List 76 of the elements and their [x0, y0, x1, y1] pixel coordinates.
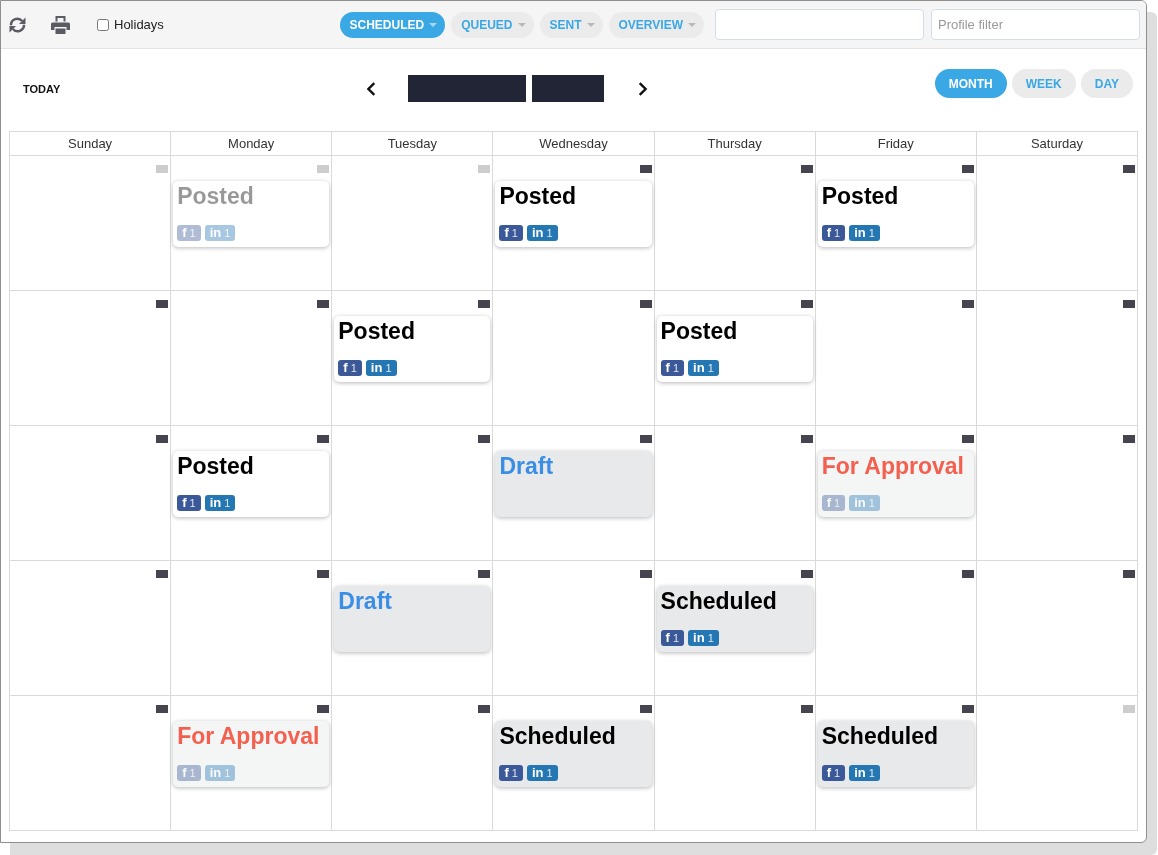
social-count-badge: f 1 [499, 225, 523, 241]
social-count-badge: in 1 [365, 360, 397, 376]
event-title: Scheduled [499, 722, 617, 750]
social-count-badge: in 1 [849, 225, 880, 241]
weekday-header: Wednesday [493, 132, 655, 156]
event-card[interactable]: Posted f 1 in 1 [817, 181, 974, 247]
profile-filter-field[interactable]: Profile filter [931, 9, 1140, 40]
filter-button[interactable]: OVERVIEW [608, 11, 704, 38]
event-title: Posted [821, 182, 900, 210]
social-count-badge: f 1 [499, 765, 523, 781]
event-card[interactable]: Posted f 1 in 1 [495, 181, 652, 247]
today-button[interactable]: TODAY [23, 83, 61, 96]
social-count-badge: f 1 [338, 360, 362, 376]
event-card[interactable]: For Approval f 1 in 1 [817, 451, 974, 517]
event-card[interactable]: Posted f 1 in 1 [656, 316, 813, 382]
holidays-label[interactable]: Holidays [114, 14, 164, 35]
social-count-badge: f 1 [177, 225, 201, 241]
chevron-right-icon[interactable] [638, 81, 648, 96]
weekday-header: Saturday [976, 132, 1138, 156]
event-card[interactable]: Scheduled f 1 in 1 [495, 721, 652, 787]
view-button[interactable]: WEEK [1011, 69, 1076, 98]
social-count-badge: f 1 [177, 765, 201, 781]
social-count-badge: in 1 [204, 495, 236, 511]
social-count-badge: f 1 [821, 225, 846, 241]
event-card[interactable]: Posted f 1 in 1 [173, 451, 330, 517]
event-title: Posted [177, 452, 255, 480]
caret-icon [688, 22, 696, 27]
event-card[interactable]: Posted f 1 in 1 [334, 316, 491, 382]
event-title: Posted [660, 317, 739, 345]
view-button[interactable]: DAY [1080, 69, 1133, 98]
filter-button[interactable]: QUEUED [451, 11, 534, 38]
social-count-badge: in 1 [849, 765, 880, 781]
redacted-block [532, 75, 604, 102]
social-count-badge: in 1 [204, 765, 236, 781]
event-title: Posted [338, 317, 416, 345]
social-count-badge: in 1 [204, 225, 236, 241]
caret-icon [517, 22, 526, 27]
weekday-header: Thursday [654, 132, 816, 156]
event-title: Scheduled [821, 722, 939, 750]
event-card[interactable]: Draft [334, 586, 491, 652]
event-card[interactable]: Scheduled f 1 in 1 [817, 721, 974, 787]
event-title: Draft [338, 587, 393, 615]
event-title: Posted [499, 182, 578, 210]
refresh-icon[interactable] [8, 15, 27, 34]
event-title: Posted [177, 182, 255, 210]
event-title: Draft [499, 452, 555, 480]
social-count-badge: f 1 [660, 630, 685, 646]
printer-icon[interactable] [51, 15, 70, 34]
social-count-badge: in 1 [688, 360, 719, 376]
social-count-badge: in 1 [526, 765, 558, 781]
filter-button[interactable]: SCHEDULED [339, 11, 446, 38]
event-title: For Approval [177, 722, 321, 750]
caret-icon [586, 22, 595, 27]
text-field[interactable] [715, 9, 924, 40]
social-count-badge: f 1 [821, 765, 846, 781]
weekday-header: Monday [171, 132, 333, 156]
social-count-badge: in 1 [688, 630, 719, 646]
weekday-header: Tuesday [332, 132, 494, 156]
event-card[interactable]: For Approval f 1 in 1 [173, 721, 330, 787]
event-card[interactable]: Draft [495, 451, 652, 517]
social-count-badge: in 1 [526, 225, 558, 241]
social-count-badge: f 1 [660, 360, 685, 376]
weekday-header: Friday [815, 132, 977, 156]
event-card[interactable]: Posted f 1 in 1 [173, 181, 330, 247]
chevron-left-icon[interactable] [366, 81, 376, 96]
weekday-header: Sunday [10, 132, 172, 156]
social-count-badge: f 1 [821, 495, 846, 511]
view-button[interactable]: MONTH [934, 69, 1007, 98]
event-card[interactable]: Scheduled f 1 in 1 [656, 586, 813, 652]
social-count-badge: f 1 [177, 495, 201, 511]
social-count-badge: in 1 [849, 495, 880, 511]
caret-icon [429, 22, 438, 27]
event-title: For Approval [821, 452, 965, 480]
event-title: Scheduled [660, 587, 778, 615]
filter-button[interactable]: SENT [539, 11, 603, 38]
holidays-checkbox[interactable] [97, 18, 109, 31]
